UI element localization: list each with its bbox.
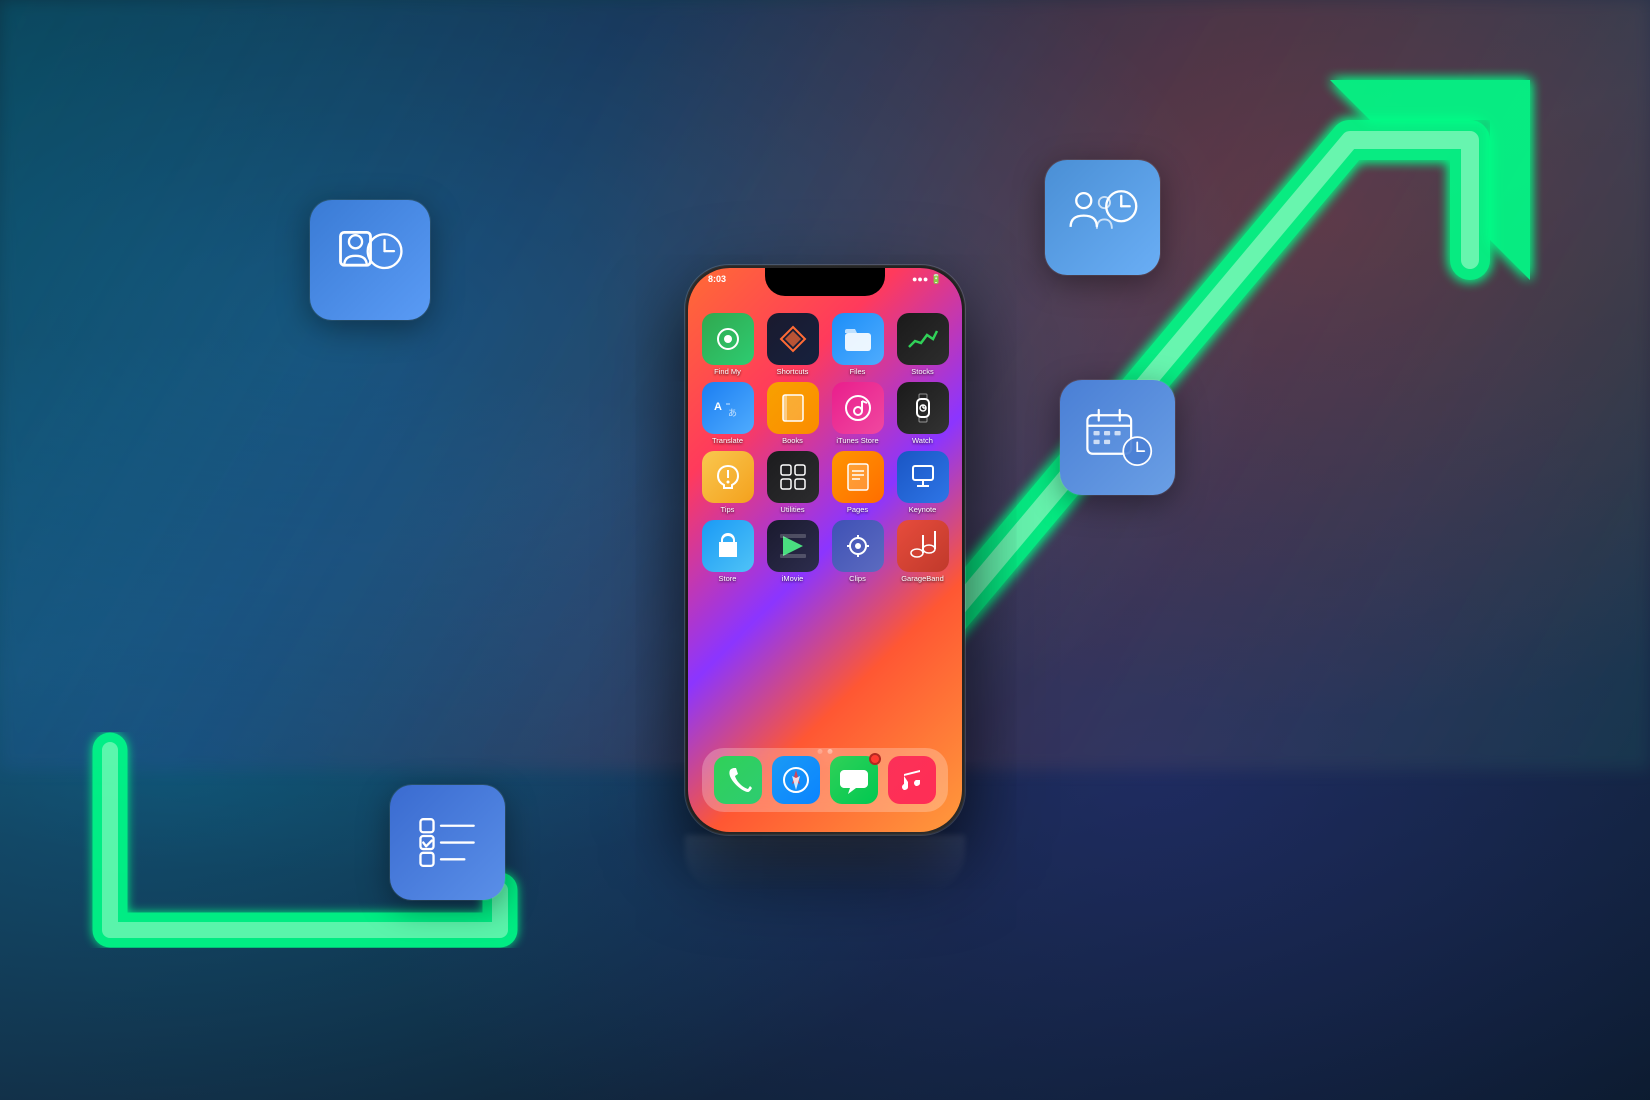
dock-safari[interactable] [772,756,820,804]
app-itunes[interactable]: iTunes Store [828,382,887,445]
svg-text:A: A [714,401,722,413]
iphone: 8:03 ●●● 🔋 Find My [685,265,965,835]
app-find-my[interactable]: Find My [698,313,757,376]
dock-phone[interactable] [714,756,762,804]
dock-messages[interactable] [830,756,878,804]
app-pages[interactable]: Pages [828,451,887,514]
status-time: 8:03 [708,274,726,285]
app-clips[interactable]: Clips [828,520,887,583]
app-garageband[interactable]: GarageBand [893,520,952,583]
phone-screen-container: 8:03 ●●● 🔋 Find My [688,268,962,832]
floating-icon-calendar-clock[interactable] [1060,380,1175,495]
app-stocks[interactable]: Stocks [893,313,952,376]
app-grid: Find My Shortcuts [688,313,962,583]
app-keynote[interactable]: Keynote [893,451,952,514]
app-files[interactable]: Files [828,313,887,376]
app-books[interactable]: Books [763,382,822,445]
floating-icon-people-clock[interactable] [1045,160,1160,275]
app-store[interactable]: Store [698,520,757,583]
floating-icon-user-clock[interactable] [310,200,430,320]
app-tips[interactable]: Tips [698,451,757,514]
status-bar: 8:03 ●●● 🔋 [688,274,962,285]
phone-screen: 8:03 ●●● 🔋 Find My [688,268,962,832]
notification-badge [869,753,881,765]
floating-icon-checklist[interactable] [390,785,505,900]
app-utilities[interactable]: Utilities [763,451,822,514]
phone-reflection [685,835,965,895]
dock [702,748,948,812]
phone-wrapper: 8:03 ●●● 🔋 Find My [685,265,965,835]
app-translate[interactable]: A あ Translate [698,382,757,445]
app-shortcuts[interactable]: Shortcuts [763,313,822,376]
app-watch[interactable]: Watch [893,382,952,445]
svg-text:あ: あ [728,408,737,418]
app-imovie[interactable]: iMovie [763,520,822,583]
dock-music[interactable] [888,756,936,804]
status-icons: ●●● 🔋 [912,274,942,285]
